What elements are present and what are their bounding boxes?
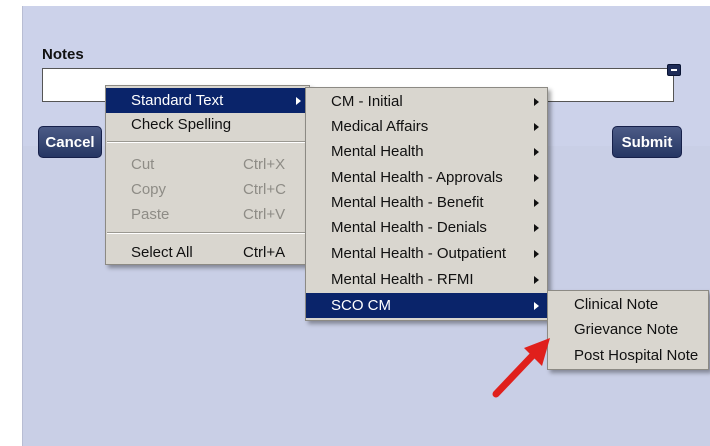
menu-item-shortcut: Ctrl+V (243, 206, 286, 223)
menu-item-label: SCO CM (331, 297, 391, 314)
annotation-arrow-icon (492, 338, 550, 398)
submenu-item-cm-initial[interactable]: CM - Initial (306, 89, 547, 114)
menu-item-label: Grievance Note (574, 321, 679, 338)
submenu-arrow-icon (534, 199, 539, 207)
menu-item-check-spelling[interactable]: Check Spelling (106, 112, 309, 137)
submenu-arrow-icon (296, 97, 301, 105)
submenu-arrow-icon (534, 276, 539, 284)
submenu-arrow-icon (534, 224, 539, 232)
submenu-arrow-icon (534, 148, 539, 156)
submenu-item-mental-health-approvals[interactable]: Mental Health - Approvals (306, 165, 547, 190)
menu-item-label: Mental Health (331, 143, 424, 160)
submenu-item-medical-affairs[interactable]: Medical Affairs (306, 114, 547, 139)
menu-item-label: Post Hospital Note (574, 347, 699, 364)
menu-item-copy: Copy Ctrl+C (106, 177, 309, 202)
submenu-item-mental-health[interactable]: Mental Health (306, 139, 547, 164)
menu-item-label: Mental Health - Outpatient (331, 245, 507, 262)
menu-item-label: Cut (131, 156, 155, 173)
menu-item-label: Mental Health - Benefit (331, 194, 484, 211)
notes-label: Notes (42, 46, 84, 63)
menu-separator (107, 232, 308, 234)
submenu-item-mental-health-rfmi[interactable]: Mental Health - RFMI (306, 267, 547, 292)
context-menu: Standard Text Check Spelling Cut Ctrl+X … (105, 85, 310, 265)
menu-item-label: CM - Initial (331, 93, 403, 110)
menu-item-select-all[interactable]: Select All Ctrl+A (106, 240, 309, 265)
submenu-arrow-icon (534, 250, 539, 258)
collapse-icon[interactable] (667, 64, 681, 76)
menu-item-label: Paste (131, 206, 170, 223)
submenu-item-clinical-note[interactable]: Clinical Note (548, 292, 708, 317)
submenu-arrow-icon (534, 302, 539, 310)
menu-item-label: Check Spelling (131, 116, 232, 133)
submenu-item-mental-health-benefit[interactable]: Mental Health - Benefit (306, 190, 547, 215)
submenu-arrow-icon (534, 123, 539, 131)
menu-item-label: Mental Health - Denials (331, 219, 487, 236)
menu-item-shortcut: Ctrl+C (243, 181, 286, 198)
menu-item-label: Mental Health - RFMI (331, 271, 474, 288)
submenu-item-post-hospital-note[interactable]: Post Hospital Note (548, 343, 708, 368)
menu-item-label: Medical Affairs (331, 118, 429, 135)
menu-item-label: Standard Text (131, 92, 224, 109)
menu-item-cut: Cut Ctrl+X (106, 152, 309, 177)
menu-item-standard-text[interactable]: Standard Text (106, 88, 309, 113)
menu-item-label: Clinical Note (574, 296, 659, 313)
menu-item-label: Mental Health - Approvals (331, 169, 503, 186)
menu-item-shortcut: Ctrl+X (243, 156, 286, 173)
menu-item-label: Select All (131, 244, 193, 261)
sco-cm-submenu: Clinical Note Grievance Note Post Hospit… (547, 290, 709, 370)
cancel-button[interactable]: Cancel (38, 126, 102, 158)
submenu-item-grievance-note[interactable]: Grievance Note (548, 317, 708, 342)
menu-separator (107, 141, 308, 143)
standard-text-submenu: CM - Initial Medical Affairs Mental Heal… (305, 87, 548, 321)
submit-button[interactable]: Submit (612, 126, 682, 158)
submenu-arrow-icon (534, 98, 539, 106)
menu-item-label: Copy (131, 181, 167, 198)
submenu-arrow-icon (534, 174, 539, 182)
menu-item-paste: Paste Ctrl+V (106, 202, 309, 227)
menu-item-shortcut: Ctrl+A (243, 244, 286, 261)
submenu-item-mental-health-denials[interactable]: Mental Health - Denials (306, 215, 547, 240)
submenu-item-mental-health-outpatient[interactable]: Mental Health - Outpatient (306, 241, 547, 266)
submenu-item-sco-cm[interactable]: SCO CM (306, 293, 547, 318)
